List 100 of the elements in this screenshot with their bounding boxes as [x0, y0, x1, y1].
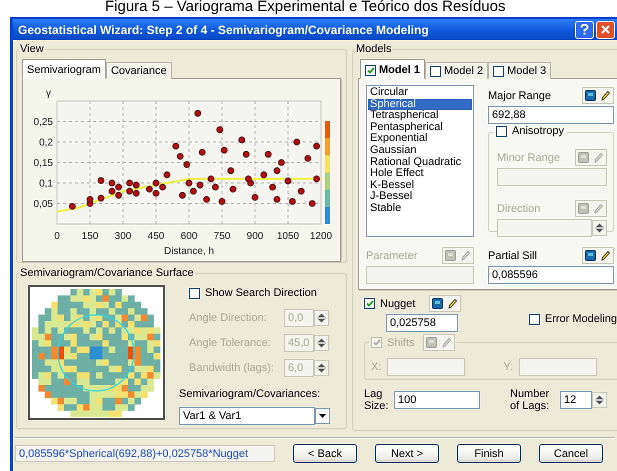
- calculator-icon: [432, 298, 444, 309]
- model-type-item[interactable]: Circular: [368, 87, 472, 99]
- number-field[interactable]: [387, 358, 466, 376]
- axis-tick-label: 0,05: [34, 199, 53, 210]
- number-field[interactable]: 0,085596: [488, 266, 614, 284]
- group-label: Semivariogram/Covariance Surface: [20, 267, 194, 279]
- checkbox[interactable]: [430, 66, 441, 76]
- calculate-button[interactable]: [583, 88, 598, 103]
- checkbox[interactable]: [493, 66, 504, 76]
- axis-tick-label: 1200: [310, 231, 332, 242]
- spin-button[interactable]: [314, 360, 329, 376]
- field-label: Minor Range: [497, 152, 560, 164]
- pencil-icon: [440, 337, 452, 348]
- number-field[interactable]: [497, 168, 607, 186]
- field-label: Y:: [503, 361, 514, 373]
- checkbox[interactable]: [528, 314, 540, 324]
- data-point: [179, 192, 186, 199]
- model-type-item[interactable]: J-Bessel: [368, 191, 472, 203]
- checkbox[interactable]: [364, 298, 375, 309]
- model-type-item[interactable]: Pentaspherical: [368, 122, 472, 134]
- wizard-button[interactable]: < Back: [293, 444, 357, 463]
- checkbox-label: Error Modeling: [544, 313, 617, 325]
- data-point: [198, 148, 206, 156]
- spin-arrows-icon: [595, 394, 604, 406]
- axis-tick-label: 0,15: [34, 158, 53, 169]
- group-label: View: [20, 43, 44, 55]
- number-field[interactable]: 12: [560, 391, 592, 409]
- data-point: [194, 110, 202, 117]
- checkbox-label: Show Search Direction: [205, 287, 317, 299]
- axis-tick-label: 600: [180, 231, 198, 242]
- calculate-button[interactable]: [430, 296, 446, 311]
- data-point: [227, 167, 234, 174]
- field-label: Semivariogram/Covariances:: [179, 388, 322, 400]
- close-button[interactable]: [596, 20, 615, 38]
- field-label: Partial Sill: [488, 250, 537, 262]
- checkbox[interactable]: [496, 126, 507, 136]
- field-label: Angle Tolerance:: [189, 336, 271, 348]
- model-tab[interactable]: Model 1: [360, 59, 425, 79]
- number-field[interactable]: [519, 358, 598, 376]
- model-type-item[interactable]: Rational Quadratic: [368, 156, 472, 168]
- model-tab[interactable]: Model 2: [424, 62, 488, 79]
- spin-button[interactable]: [592, 392, 607, 408]
- model-tab[interactable]: Model 3: [488, 62, 552, 79]
- field-label: Number of Lags:: [510, 388, 550, 412]
- data-point: [220, 146, 228, 154]
- field-label: Parameter: [366, 250, 418, 262]
- axis-tick-label: 0,1: [39, 178, 53, 190]
- dropdown-button[interactable]: [315, 408, 330, 424]
- axis-title: γ: [46, 88, 51, 99]
- dropdown-field[interactable]: Var1 & Var1: [179, 406, 315, 424]
- field-label: Lag Size:: [364, 388, 388, 412]
- checkbox[interactable]: [365, 64, 376, 76]
- field-label: Bandwidth (lags):: [189, 362, 274, 374]
- data-point: [298, 188, 305, 195]
- field-label: Angle Direction:: [189, 312, 267, 324]
- axis-tick-label: 900: [246, 231, 264, 242]
- model-type-item[interactable]: Spherical: [368, 98, 472, 110]
- model-type-item[interactable]: Hole Effect: [368, 168, 472, 180]
- data-point: [238, 136, 246, 144]
- tab-label: Model 1: [379, 64, 420, 76]
- model-type-item[interactable]: Stable: [368, 202, 472, 215]
- pencil-icon: [600, 90, 611, 101]
- figure-caption: Figura 5 – Variograma Experimental e Teórico dos Resíduos: [104, 0, 506, 17]
- data-point: [230, 186, 236, 193]
- axis-tick-label: 150: [82, 231, 98, 242]
- view-tab[interactable]: Covariance: [106, 62, 172, 79]
- help-icon: [580, 24, 589, 35]
- data-point: [269, 184, 276, 190]
- spin-arrows-icon: [317, 362, 326, 374]
- calculate-button[interactable]: [583, 248, 598, 263]
- wizard-button[interactable]: Finish: [457, 444, 521, 463]
- data-point: [260, 171, 268, 178]
- wizard-button[interactable]: Next >: [375, 444, 439, 463]
- axis-title: Distance, h: [164, 246, 214, 257]
- calculator-icon: [426, 337, 437, 348]
- checkbox[interactable]: [189, 288, 200, 298]
- checkbox-label: Anisotropy: [512, 125, 564, 137]
- wizard-button[interactable]: Cancel: [539, 444, 603, 463]
- model-type-item[interactable]: Tetraspherical: [368, 110, 472, 122]
- data-point: [252, 194, 258, 201]
- axis-tick-label: 300: [114, 231, 132, 242]
- pencil-icon: [600, 250, 611, 261]
- view-tab[interactable]: Semivariogram: [22, 59, 106, 79]
- tab-label: Model 2: [444, 65, 484, 77]
- help-button[interactable]: [575, 20, 594, 38]
- model-type-item[interactable]: K-Bessel: [368, 180, 472, 192]
- checkbox-label: Shifts: [387, 336, 415, 348]
- data-point: [308, 200, 316, 207]
- number-field[interactable]: 100: [394, 391, 480, 409]
- axis-tick-label: 0: [54, 231, 60, 242]
- number-field[interactable]: [497, 219, 592, 237]
- spin-button[interactable]: [314, 310, 329, 326]
- number-field[interactable]: [366, 266, 474, 284]
- number-field[interactable]: 0,025758: [386, 314, 458, 332]
- number-field[interactable]: 692,88: [488, 106, 614, 124]
- data-point: [289, 198, 296, 205]
- spin-button[interactable]: [314, 334, 329, 350]
- spin-button[interactable]: [592, 220, 607, 236]
- model-type-item[interactable]: Exponential: [368, 133, 472, 145]
- model-type-item[interactable]: Gaussian: [368, 144, 472, 157]
